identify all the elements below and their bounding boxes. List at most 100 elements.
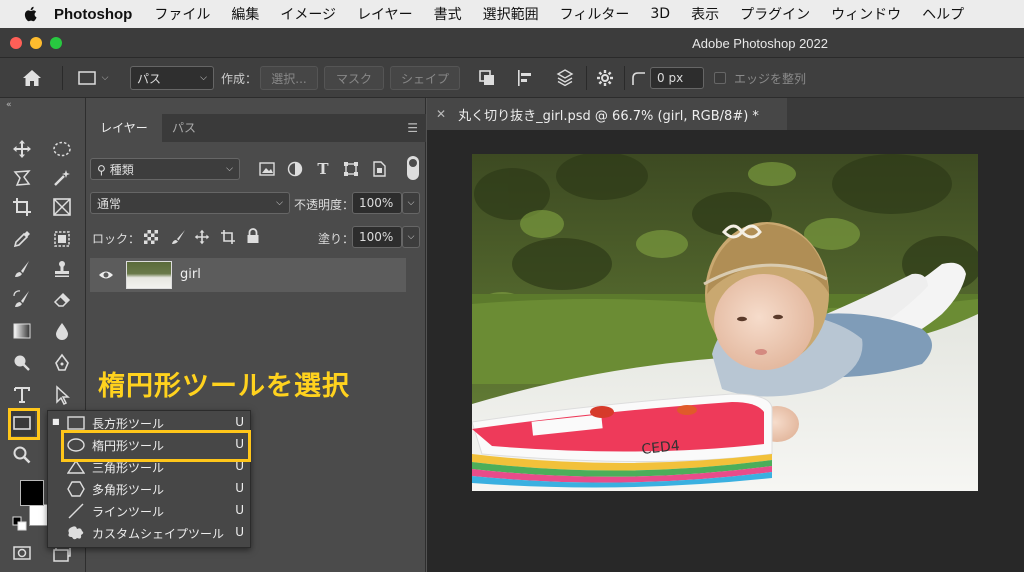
tool-mode-select[interactable]: パス ⌵ (130, 66, 214, 90)
opacity-input[interactable]: 100% (352, 192, 402, 214)
quick-mask-icon[interactable] (9, 540, 35, 566)
path-operations-icon[interactable] (474, 66, 500, 90)
lock-artboard-icon[interactable] (220, 229, 236, 245)
type-filter-icon[interactable]: T (314, 160, 332, 178)
window-title: Adobe Photoshop 2022 (692, 36, 828, 51)
menu-plugins[interactable]: プラグイン (740, 4, 810, 24)
chevron-down-icon: ⌵ (101, 73, 109, 83)
lock-all-icon[interactable] (246, 228, 260, 244)
layer-filter-select[interactable]: ⚲ 種類 ⌵ (90, 158, 240, 180)
annotation-caption: 楕円形ツールを選択 (98, 371, 350, 402)
move-tool-icon[interactable] (9, 136, 35, 162)
panel-tabs: レイヤー パス ☰ (86, 114, 426, 142)
align-edges-checkbox[interactable] (712, 66, 728, 90)
gradient-tool-icon[interactable] (9, 318, 35, 344)
apple-icon[interactable] (22, 5, 40, 23)
window-titlebar: Adobe Photoshop 2022 (0, 28, 1024, 58)
mask-button[interactable]: マスク (324, 66, 384, 90)
filter-toggle[interactable] (407, 156, 419, 180)
blend-mode-select[interactable]: 通常 ⌵ (90, 192, 290, 214)
frame-tool-icon[interactable] (49, 194, 75, 220)
polygon-icon (66, 480, 86, 498)
menu-filter[interactable]: フィルター (560, 4, 630, 24)
chevron-down-icon: ⌵ (276, 198, 283, 208)
canvas-photo[interactable]: CED4 (472, 154, 978, 491)
home-icon[interactable] (18, 66, 46, 90)
close-tab-icon[interactable]: ✕ (436, 107, 446, 121)
crop-tool-icon[interactable] (9, 194, 35, 220)
pen-tool-icon[interactable] (49, 350, 75, 376)
document-tab-bar: ✕ 丸く切り抜き_girl.psd @ 66.7% (girl, RGB/8#)… (427, 98, 1024, 130)
lock-position-icon[interactable] (194, 229, 210, 245)
eyedropper-tool-icon[interactable] (9, 226, 35, 252)
menu-edit[interactable]: 編集 (231, 4, 259, 24)
lock-label: ロック： (92, 232, 141, 246)
tool-preset-picker[interactable]: ⌵ (70, 66, 116, 90)
panel-menu-icon[interactable]: ☰ (407, 121, 418, 135)
layer-row-girl[interactable]: girl (90, 258, 406, 292)
type-tool-icon[interactable] (9, 382, 35, 408)
ellipse-tool-highlight (61, 430, 251, 462)
document-tab[interactable]: ✕ 丸く切り抜き_girl.psd @ 66.7% (girl, RGB/8#)… (427, 98, 787, 130)
lock-transparent-pixels-icon[interactable] (144, 230, 158, 244)
select-button[interactable]: 選択... (260, 66, 318, 90)
line-tool-menu-item[interactable]: ラインツール U (48, 500, 252, 522)
adjustment-filter-icon[interactable] (286, 160, 304, 178)
tab-layers[interactable]: レイヤー (86, 114, 162, 142)
path-arrangement-icon[interactable] (552, 66, 578, 90)
document-area: ✕ 丸く切り抜き_girl.psd @ 66.7% (girl, RGB/8#)… (427, 98, 1024, 572)
shortcut-key: U (235, 481, 244, 495)
minimize-window-button[interactable] (30, 37, 42, 49)
shortcut-key: U (235, 503, 244, 517)
polygon-tool-menu-item[interactable]: 多角形ツール U (48, 478, 252, 500)
gear-icon[interactable] (592, 66, 618, 90)
corner-radius-input[interactable]: 0 px (650, 67, 704, 89)
menu-view[interactable]: 表示 (691, 4, 719, 24)
tool-mode-value: パス (137, 71, 162, 86)
shape-filter-icon[interactable] (342, 160, 360, 178)
menu-type[interactable]: 書式 (434, 4, 462, 24)
eraser-tool-icon[interactable] (49, 286, 75, 312)
dodge-tool-icon[interactable] (9, 350, 35, 376)
fill-dropdown-button[interactable]: ⌵ (402, 226, 420, 248)
foreground-color-swatch[interactable] (20, 480, 44, 506)
path-alignment-icon[interactable] (512, 66, 538, 90)
elliptical-marquee-tool-icon[interactable] (49, 136, 75, 162)
custom-shape-tool-menu-item[interactable]: カスタムシェイプツール U (48, 522, 252, 544)
blur-tool-icon[interactable] (49, 318, 75, 344)
chevron-down-icon: ⌵ (226, 164, 233, 174)
maximize-window-button[interactable] (50, 37, 62, 49)
current-tool-indicator: ■ (52, 417, 60, 426)
close-window-button[interactable] (10, 37, 22, 49)
menu-image[interactable]: イメージ (280, 4, 336, 24)
eye-icon[interactable] (98, 268, 114, 282)
path-selection-tool-icon[interactable] (49, 382, 75, 408)
chevron-down-icon: ⌵ (200, 73, 207, 83)
pixel-filter-icon[interactable] (258, 160, 276, 178)
tab-paths[interactable]: パス (166, 114, 202, 142)
menu-window[interactable]: ウィンドウ (831, 4, 901, 24)
history-brush-tool-icon[interactable] (9, 286, 35, 312)
menu-select[interactable]: 選択範囲 (483, 4, 539, 24)
menu-file[interactable]: ファイル (154, 4, 210, 24)
opacity-label: 不透明度： (294, 198, 355, 212)
fill-input[interactable]: 100% (352, 226, 402, 248)
default-colors-icon[interactable] (12, 516, 28, 532)
brush-tool-icon[interactable] (9, 256, 35, 282)
menu-help[interactable]: ヘルプ (922, 4, 964, 24)
menu-layer[interactable]: レイヤー (357, 4, 413, 24)
zoom-tool-icon[interactable] (9, 442, 35, 468)
object-selection-tool-icon[interactable] (49, 226, 75, 252)
menu-3d[interactable]: 3D (650, 6, 670, 22)
lasso-tool-icon[interactable] (9, 165, 35, 191)
document-tab-title: 丸く切り抜き_girl.psd @ 66.7% (girl, RGB/8#) * (458, 108, 759, 124)
lock-image-pixels-icon[interactable] (170, 229, 186, 245)
stamp-tool-icon[interactable] (49, 256, 75, 282)
menubar: Photoshop ファイル 編集 イメージ レイヤー 書式 選択範囲 フィルタ… (0, 0, 1024, 28)
opacity-dropdown-button[interactable]: ⌵ (402, 192, 420, 214)
collapse-toolbar-icon[interactable]: « (6, 100, 12, 110)
smart-object-filter-icon[interactable] (370, 160, 388, 178)
magic-wand-tool-icon[interactable] (49, 165, 75, 191)
shape-button[interactable]: シェイプ (390, 66, 460, 90)
menu-app-name[interactable]: Photoshop (54, 6, 132, 23)
